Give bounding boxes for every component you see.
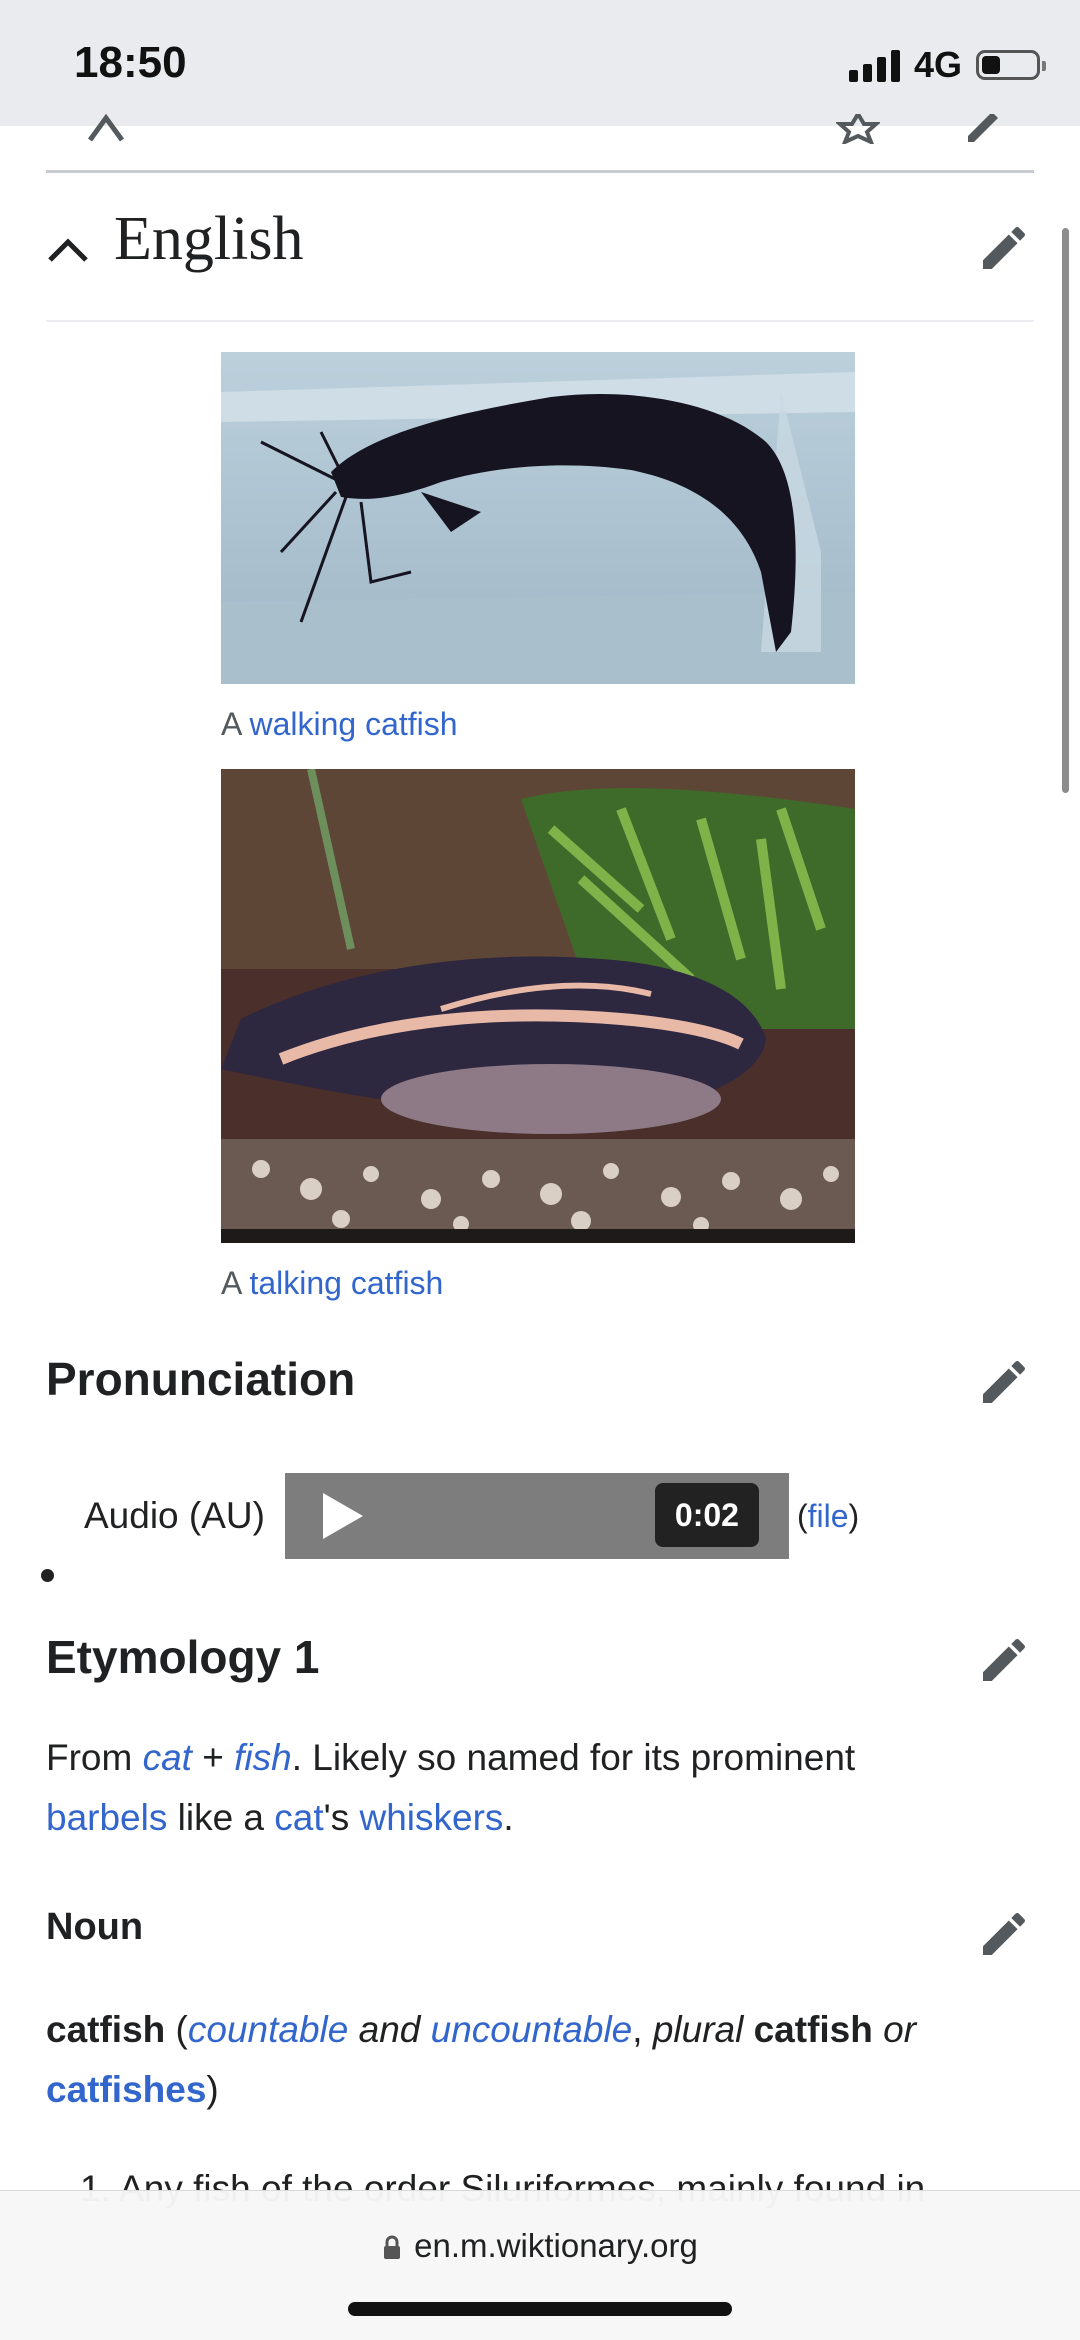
- countable-link[interactable]: countable: [188, 2009, 348, 2050]
- play-icon[interactable]: [321, 1491, 365, 1541]
- caption-prefix: A: [221, 1265, 241, 1301]
- walking-catfish-image[interactable]: [221, 352, 855, 684]
- barbels-link[interactable]: barbels: [46, 1797, 167, 1838]
- section-title: English: [114, 205, 304, 273]
- section-heading-english[interactable]: English: [46, 190, 1034, 322]
- audio-duration: 0:02: [654, 1483, 759, 1547]
- edit-pencil-icon[interactable]: [976, 1906, 1032, 1962]
- talking-catfish-image[interactable]: [221, 769, 855, 1243]
- noun-headword-line: catfish (countable and uncountable, plur…: [46, 2009, 917, 2110]
- etymology-text: From cat + fish. Likely so named for its…: [46, 1737, 856, 1838]
- etymology-heading: Etymology 1: [46, 1631, 320, 1683]
- status-bar: 18:50 4G: [0, 0, 1080, 126]
- edit-page-icon[interactable]: [964, 114, 1004, 144]
- cat-link[interactable]: cat: [143, 1737, 192, 1778]
- watch-star-icon[interactable]: [836, 114, 880, 144]
- audio-file-link-wrap: (file): [796, 1497, 860, 1534]
- figure-talking-catfish: A talking catfish: [221, 769, 855, 1302]
- lock-icon: [384, 2235, 401, 2260]
- audio-label: Audio (AU): [84, 1495, 265, 1536]
- noun-heading: Noun: [46, 1906, 144, 1948]
- audio-player[interactable]: 0:02: [284, 1473, 789, 1559]
- caption-prefix: A: [221, 706, 241, 742]
- home-indicator[interactable]: [348, 2302, 732, 2316]
- figure-walking-catfish: A walking catfish: [221, 352, 855, 743]
- edit-pencil-icon[interactable]: [976, 1354, 1032, 1410]
- status-time: 18:50: [74, 38, 187, 87]
- edit-pencil-icon[interactable]: [976, 220, 1032, 276]
- audio-row: Audio (AU) 0:02 (file): [84, 1473, 859, 1559]
- audio-file-link[interactable]: file: [808, 1498, 849, 1534]
- figure-caption: A walking catfish: [221, 706, 855, 743]
- fish-link[interactable]: fish: [234, 1737, 292, 1778]
- browser-address-bar[interactable]: en.m.wiktionary.org: [0, 2190, 1080, 2340]
- walking-catfish-link[interactable]: walking catfish: [249, 706, 457, 742]
- status-indicators: 4G: [848, 44, 1046, 86]
- scrollbar[interactable]: [1062, 228, 1069, 793]
- edit-pencil-icon[interactable]: [976, 1632, 1032, 1688]
- list-bullet: [41, 1569, 54, 1582]
- chevron-up-icon[interactable]: [46, 236, 90, 264]
- catfishes-link[interactable]: catfishes: [46, 2069, 206, 2110]
- pronunciation-heading: Pronunciation: [46, 1353, 356, 1405]
- signal-strength-icon: [848, 48, 900, 82]
- cat-link-2[interactable]: cat: [274, 1797, 323, 1838]
- figure-caption: A talking catfish: [221, 1265, 855, 1302]
- battery-icon: [976, 50, 1046, 80]
- uncountable-link[interactable]: uncountable: [431, 2009, 633, 2050]
- language-icon[interactable]: [86, 114, 126, 142]
- headword: catfish: [46, 2009, 166, 2050]
- talking-catfish-link[interactable]: talking catfish: [249, 1265, 443, 1301]
- network-type: 4G: [913, 44, 962, 85]
- page-actions-toolbar: [46, 114, 1034, 173]
- whiskers-link[interactable]: whiskers: [360, 1797, 504, 1838]
- url-text: en.m.wiktionary.org: [414, 2227, 698, 2264]
